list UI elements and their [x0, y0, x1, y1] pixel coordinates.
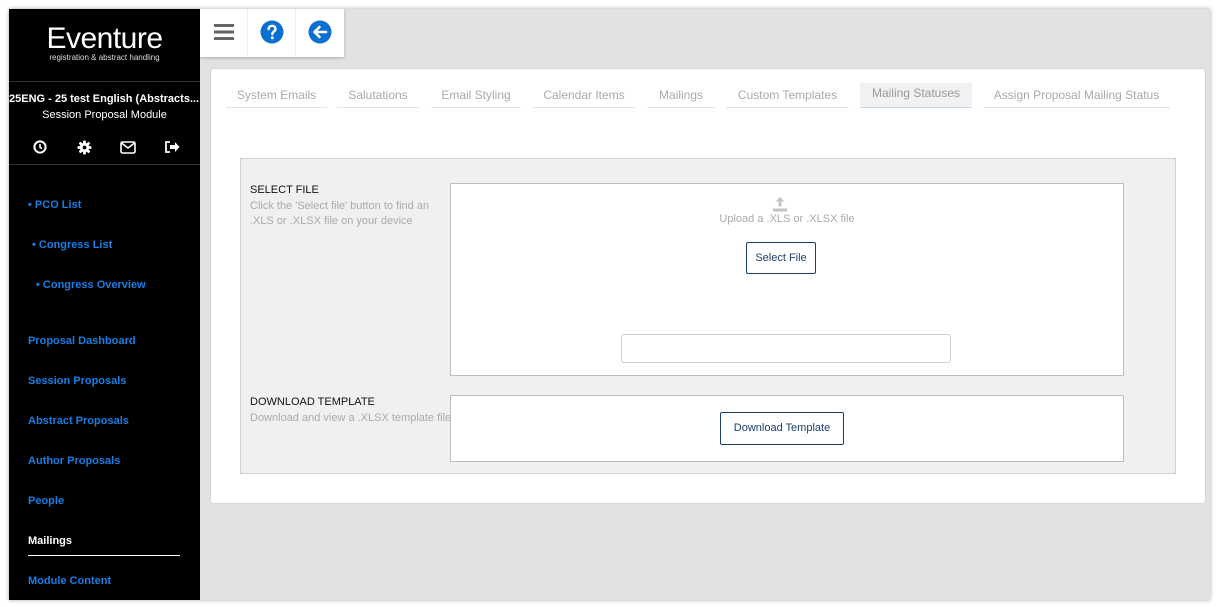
module-name: Session Proposal Module: [42, 109, 167, 121]
nav-session-proposals[interactable]: Session Proposals: [28, 375, 126, 387]
logo-tagline: registration & abstract handling: [49, 53, 160, 62]
gear-icon[interactable]: [75, 139, 93, 155]
nav-people[interactable]: People: [28, 495, 64, 507]
sidebar-divider: [9, 164, 200, 165]
download-template-box: Download Template: [450, 395, 1124, 462]
tab-mailings[interactable]: Mailings: [647, 87, 715, 108]
select-file-description: Click the 'Select file' button to find a…: [250, 200, 430, 227]
select-file-button[interactable]: Select File: [746, 242, 816, 274]
selected-file-field[interactable]: [621, 334, 951, 363]
back-button[interactable]: [296, 9, 344, 57]
tab-email-styling[interactable]: Email Styling: [431, 87, 521, 108]
mailings-panel: System Emails Salutations Email Styling …: [210, 68, 1206, 504]
nav-pco-list[interactable]: • PCO List: [28, 199, 81, 211]
nav-congress-overview[interactable]: • Congress Overview: [36, 279, 146, 291]
upload-dropzone[interactable]: Upload a .XLS or .XLSX file Select File: [450, 183, 1124, 376]
nav-abstract-proposals[interactable]: Abstract Proposals: [28, 415, 129, 427]
upload-hint: Upload a .XLS or .XLSX file: [719, 213, 855, 225]
logout-icon[interactable]: [163, 139, 181, 155]
tab-calendar-items[interactable]: Calendar Items: [533, 87, 635, 108]
tab-system-emails[interactable]: System Emails: [226, 87, 327, 108]
sidebar-divider: [9, 81, 200, 82]
nav-proposal-dashboard[interactable]: Proposal Dashboard: [28, 335, 136, 347]
active-nav-underline: [28, 555, 180, 556]
help-button[interactable]: [248, 9, 296, 57]
sidebar: Eventure registration & abstract handlin…: [9, 9, 200, 600]
nav-author-proposals[interactable]: Author Proposals: [28, 455, 120, 467]
download-template-description: Download and view a .XLSX template file: [250, 412, 452, 424]
clock-icon[interactable]: [31, 139, 49, 155]
top-toolbar: [200, 9, 344, 57]
tab-salutations[interactable]: Salutations: [337, 87, 419, 108]
tab-custom-templates[interactable]: Custom Templates: [726, 87, 849, 108]
envelope-icon[interactable]: [119, 139, 137, 155]
back-icon: [308, 20, 332, 47]
nav-mailings[interactable]: Mailings: [28, 535, 72, 547]
nav-module-content[interactable]: Module Content: [28, 575, 111, 587]
tab-mailing-statuses[interactable]: Mailing Statuses: [860, 83, 972, 108]
help-icon: [260, 20, 284, 47]
app-window: Eventure registration & abstract handlin…: [9, 9, 1210, 600]
logo: Eventure registration & abstract handlin…: [9, 22, 200, 63]
menu-button[interactable]: [200, 9, 248, 57]
nav-congress-list[interactable]: • Congress List: [32, 239, 112, 251]
download-template-title: DOWNLOAD TEMPLATE: [250, 396, 375, 408]
sidebar-quick-actions: [31, 139, 181, 155]
tab-assign-proposal-mailing-status[interactable]: Assign Proposal Mailing Status: [983, 87, 1170, 108]
download-template-button[interactable]: Download Template: [720, 412, 844, 445]
logo-title: Eventure: [46, 22, 163, 55]
select-file-title: SELECT FILE: [250, 184, 319, 196]
congress-name: 25ENG - 25 test English (Abstracts...: [9, 93, 200, 105]
menu-icon: [213, 23, 235, 44]
upload-icon: [771, 195, 789, 213]
import-section: SELECT FILE Click the 'Select file' butt…: [240, 158, 1176, 474]
